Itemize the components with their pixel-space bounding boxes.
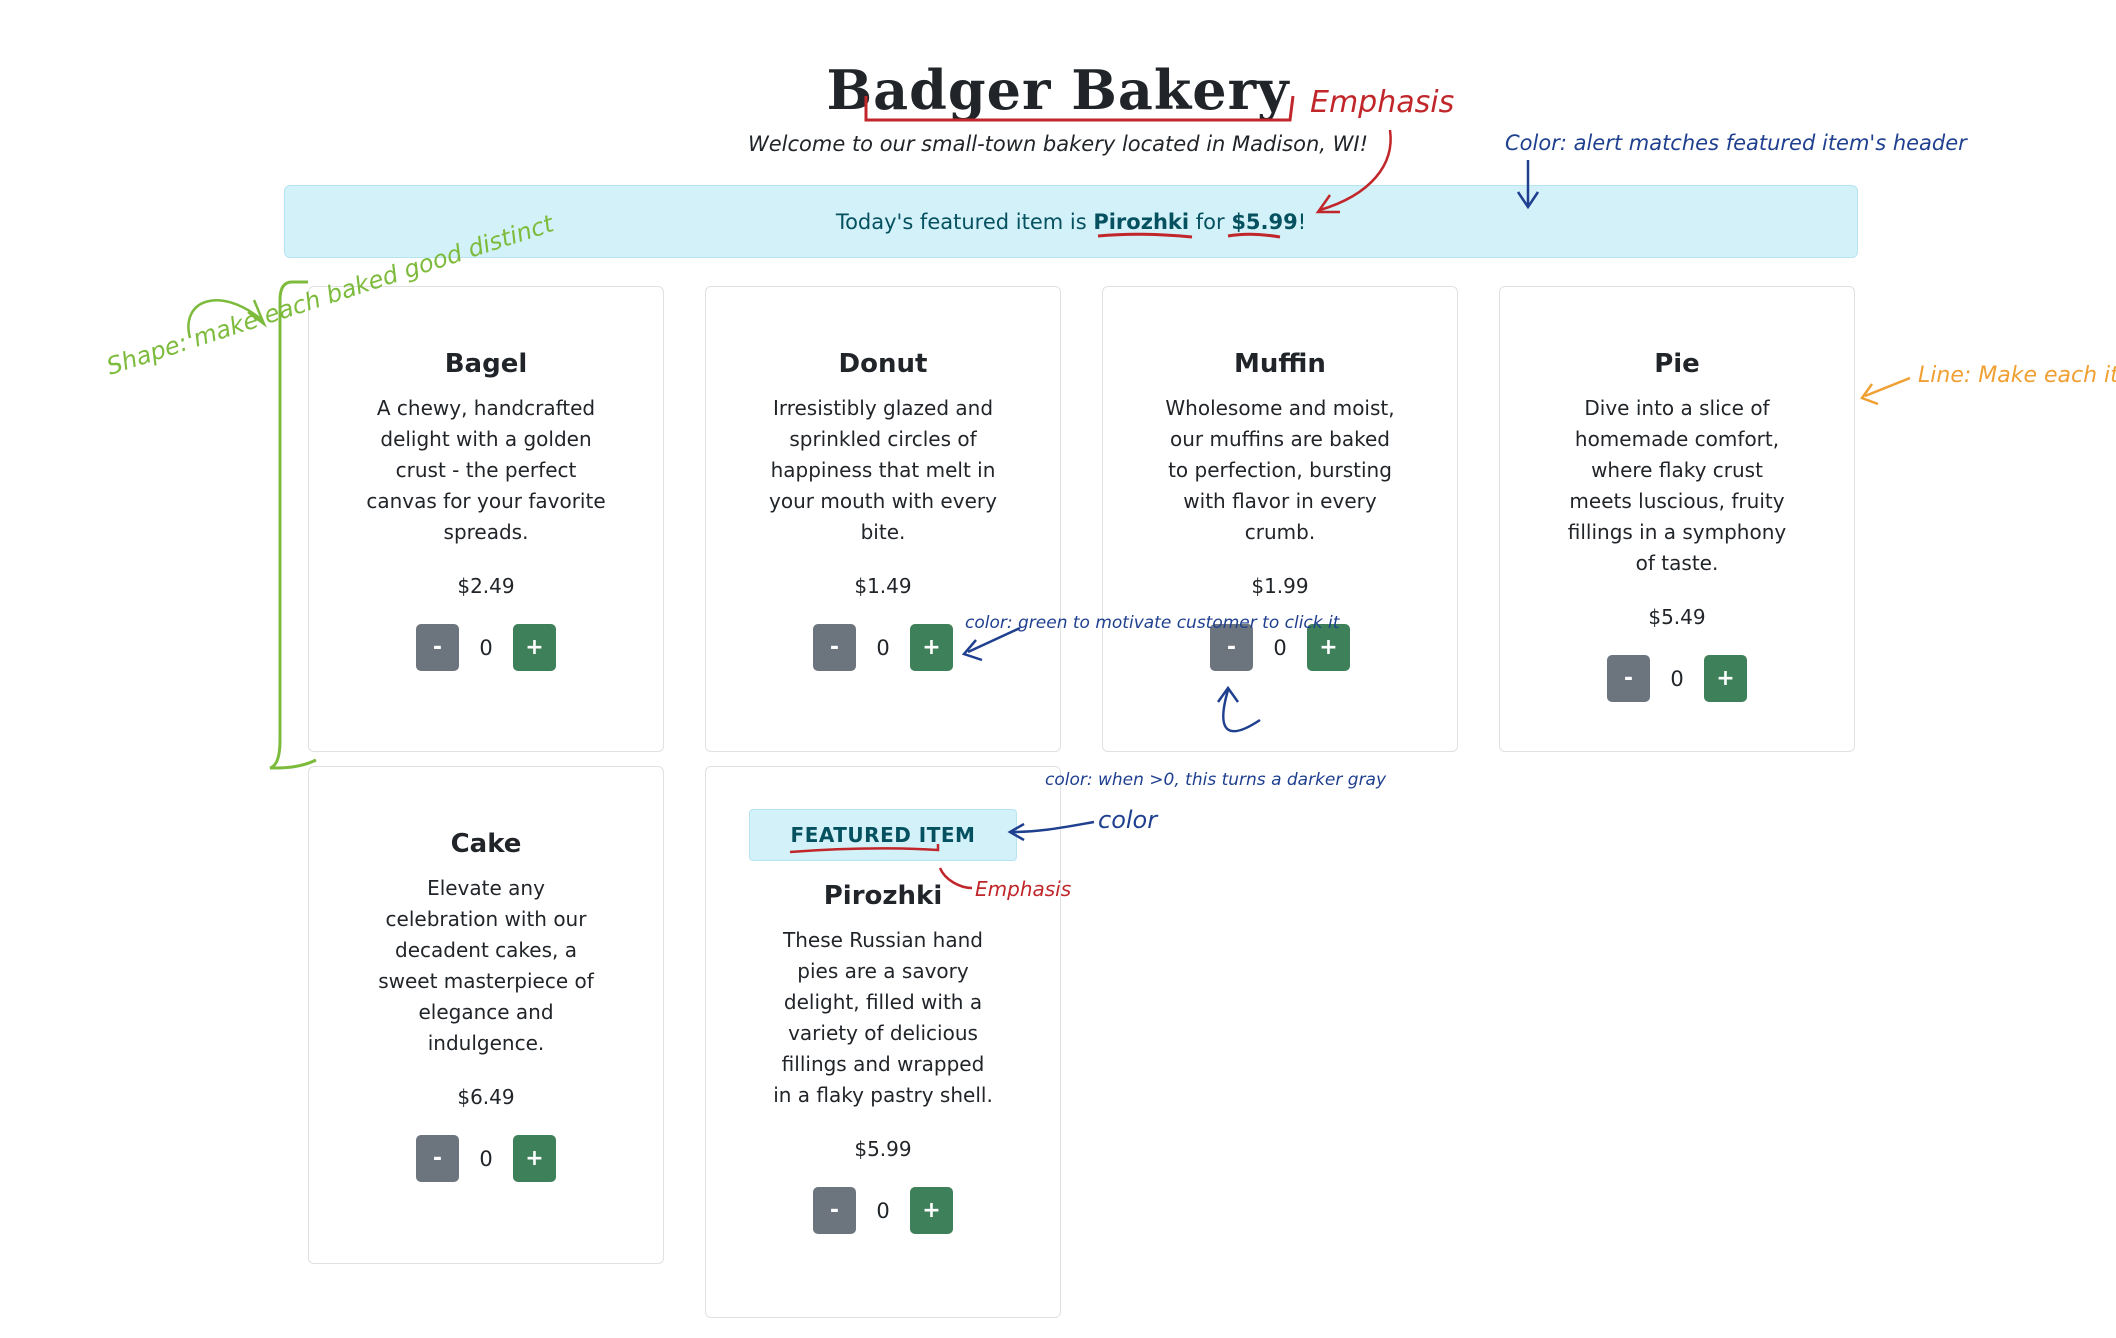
increment-button[interactable]: + xyxy=(1704,655,1747,702)
alert-suffix: ! xyxy=(1297,209,1307,234)
quantity-stepper: - 0 + xyxy=(1607,655,1747,702)
line-arrowhead xyxy=(1860,383,1879,406)
decrement-button[interactable]: - xyxy=(813,1187,856,1234)
page-subtitle: Welcome to our small-town bakery located… xyxy=(747,132,1368,156)
increment-button[interactable]: + xyxy=(513,624,556,671)
decrement-button[interactable]: - xyxy=(1607,655,1650,702)
alert-featured-price: $5.99 xyxy=(1231,209,1298,234)
quantity-value: 0 xyxy=(1670,666,1684,691)
featured-alert: Today's featured item is Pirozhki for $5… xyxy=(284,185,1858,258)
product-description: Elevate any celebration with our decaden… xyxy=(378,876,594,1055)
product-description: Wholesome and moist, our muffins are bak… xyxy=(1165,396,1395,544)
product-name: Pie xyxy=(1654,349,1700,379)
increment-button[interactable]: + xyxy=(1307,624,1350,671)
annotation-minus-color: color: when >0, this turns a darker gray xyxy=(1045,770,1387,790)
page-title: Badger Bakery xyxy=(826,58,1290,122)
quantity-stepper: - 0 + xyxy=(1210,624,1350,671)
quantity-stepper: - 0 + xyxy=(416,624,556,671)
alert-featured-item: Pirozhki xyxy=(1093,209,1190,234)
product-name: Cake xyxy=(450,829,522,859)
increment-button[interactable]: + xyxy=(910,1187,953,1234)
product-price: $1.99 xyxy=(1251,574,1309,598)
product-price: $5.49 xyxy=(1648,605,1706,629)
product-name: Muffin xyxy=(1234,349,1326,379)
product-price: $1.49 xyxy=(854,574,912,598)
product-description: These Russian hand pies are a savory del… xyxy=(773,928,993,1107)
product-card-muffin: Muffin Wholesome and moist, our muffins … xyxy=(1102,286,1458,752)
increment-button[interactable]: + xyxy=(910,624,953,671)
quantity-value: 0 xyxy=(876,635,890,660)
product-card-pirozhki: FEATURED ITEM Pirozhki These Russian han… xyxy=(705,766,1061,1318)
annotation-badge-color: color xyxy=(1098,806,1159,834)
product-card-pie: Pie Dive into a slice of homemade comfor… xyxy=(1499,286,1855,752)
product-name: Pirozhki xyxy=(823,881,943,911)
line-arrow xyxy=(1864,376,1911,398)
product-card-donut: Donut Irresistibly glazed and sprinkled … xyxy=(705,286,1061,752)
quantity-stepper: - 0 + xyxy=(813,624,953,671)
decrement-button[interactable]: - xyxy=(416,624,459,671)
alert-middle: for xyxy=(1195,209,1225,234)
featured-item-badge: FEATURED ITEM xyxy=(749,809,1017,861)
product-description: Dive into a slice of homemade comfort, w… xyxy=(1567,396,1787,575)
shape-arrowhead xyxy=(247,299,267,328)
alert-prefix: Today's featured item is xyxy=(835,209,1087,234)
product-price: $5.99 xyxy=(854,1137,912,1161)
product-description: A chewy, handcrafted delight with a gold… xyxy=(366,396,606,544)
increment-button[interactable]: + xyxy=(513,1135,556,1182)
quantity-value: 0 xyxy=(1273,635,1287,660)
product-name: Bagel xyxy=(444,349,528,379)
product-description: Irresistibly glazed and sprinkled circle… xyxy=(769,396,997,544)
shape-arrow xyxy=(187,299,263,339)
product-card-bagel: Bagel A chewy, handcrafted delight with … xyxy=(308,286,664,752)
quantity-value: 0 xyxy=(479,1146,493,1171)
product-name: Donut xyxy=(838,349,928,379)
product-price: $6.49 xyxy=(457,1085,515,1109)
quantity-stepper: - 0 + xyxy=(813,1187,953,1234)
decrement-button[interactable]: - xyxy=(1210,624,1253,671)
quantity-stepper: - 0 + xyxy=(416,1135,556,1182)
quantity-value: 0 xyxy=(479,635,493,660)
annotation-line: Line: Make each item more distinct xyxy=(1918,363,2116,388)
product-card-cake: Cake Elevate any celebration with our de… xyxy=(308,766,664,1264)
product-price: $2.49 xyxy=(457,574,515,598)
decrement-button[interactable]: - xyxy=(416,1135,459,1182)
decrement-button[interactable]: - xyxy=(813,624,856,671)
quantity-value: 0 xyxy=(876,1198,890,1223)
